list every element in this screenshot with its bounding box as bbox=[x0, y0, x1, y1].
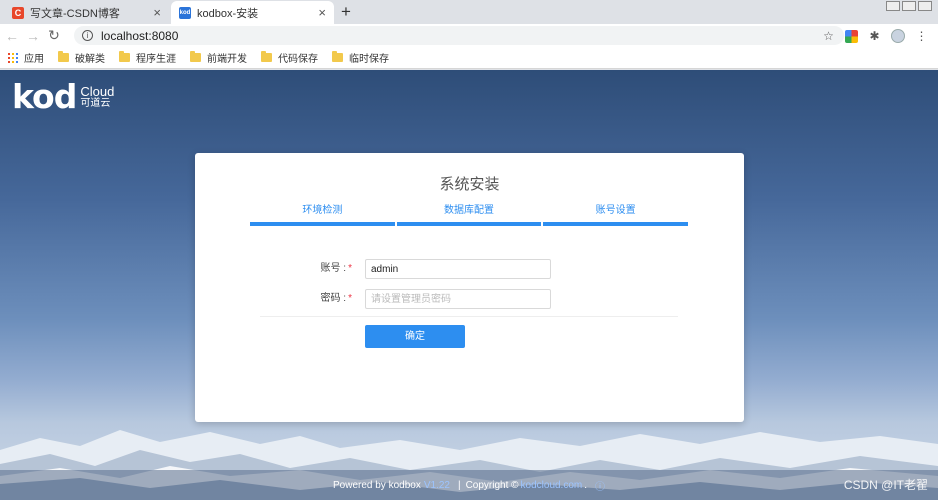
close-window-icon[interactable] bbox=[918, 1, 932, 11]
apps-grid-icon bbox=[8, 52, 18, 63]
account-label-text: 账号 : bbox=[320, 263, 347, 274]
reload-icon[interactable]: ↻ bbox=[45, 27, 63, 44]
logo-cloud-text: Cloud bbox=[80, 84, 115, 99]
folder-icon bbox=[190, 51, 201, 62]
folder-icon bbox=[261, 51, 272, 62]
folder-icon bbox=[58, 51, 69, 62]
copyright-text: Copyright © bbox=[465, 479, 519, 491]
bookmark-folder[interactable]: 程序生涯 bbox=[119, 50, 176, 65]
password-label-text: 密码 : bbox=[320, 293, 347, 304]
back-icon[interactable]: ← bbox=[3, 28, 21, 44]
footer-period: . bbox=[584, 479, 588, 491]
password-row: 密码 : * bbox=[195, 289, 744, 309]
tab-kodbox[interactable]: kod kodbox-安装 × bbox=[171, 1, 334, 24]
account-input[interactable] bbox=[365, 259, 551, 279]
page-viewport: kod Cloud 可道云 系统安装 环境检测 数据库配置 账号设置 账号 : *… bbox=[0, 70, 938, 500]
address-bar[interactable]: i localhost:8080 bbox=[74, 26, 844, 45]
bookmark-label: 临时保存 bbox=[349, 54, 389, 65]
csdn-favicon-icon: C bbox=[12, 6, 24, 19]
password-input[interactable] bbox=[365, 289, 551, 309]
tab-title: 写文章-CSDN博客 bbox=[30, 7, 120, 20]
page-footer: Powered by kodbox V1.22 | Copyright © ko… bbox=[0, 470, 938, 500]
window-controls bbox=[886, 1, 932, 11]
extensions-puzzle-icon[interactable]: ✱ bbox=[868, 29, 881, 43]
bookmark-folder[interactable]: 代码保存 bbox=[261, 50, 318, 65]
kodcloud-logo: kod Cloud 可道云 bbox=[12, 77, 115, 116]
menu-icon[interactable]: ⋮ bbox=[915, 29, 928, 43]
version-text: V1.22 bbox=[423, 479, 450, 491]
bookmark-label: 应用 bbox=[24, 54, 44, 65]
step-environment-check: 环境检测 bbox=[250, 201, 395, 226]
logo-cn-text: 可道云 bbox=[80, 98, 111, 109]
required-mark: * bbox=[348, 293, 352, 304]
restore-icon[interactable] bbox=[902, 1, 916, 11]
account-label: 账号 : * bbox=[280, 259, 352, 279]
install-steps: 环境检测 数据库配置 账号设置 bbox=[250, 201, 689, 226]
bookmark-folder[interactable]: 临时保存 bbox=[332, 50, 389, 65]
bookmark-folder[interactable]: 破解类 bbox=[58, 50, 105, 65]
bookmark-star-icon[interactable]: ☆ bbox=[822, 29, 835, 43]
help-info-icon[interactable]: ⓘ bbox=[595, 478, 605, 493]
folder-icon bbox=[119, 51, 130, 62]
bookmark-folder[interactable]: 前端开发 bbox=[190, 50, 247, 65]
csdn-watermark: CSDN @IT老翟 bbox=[843, 478, 928, 492]
bookmark-label: 程序生涯 bbox=[136, 54, 176, 65]
password-label: 密码 : * bbox=[280, 289, 352, 309]
step-database-config: 数据库配置 bbox=[396, 201, 542, 226]
footer-separator: | bbox=[457, 479, 461, 491]
bookmark-label: 代码保存 bbox=[278, 54, 318, 65]
profile-avatar[interactable] bbox=[891, 29, 905, 43]
toolbar-actions: ☆ ✱ ⋮ bbox=[822, 29, 928, 43]
tab-title: kodbox-安装 bbox=[197, 7, 259, 20]
kodcloud-link[interactable]: kodcloud.com bbox=[521, 480, 583, 491]
close-tab-icon[interactable]: × bbox=[153, 6, 161, 19]
new-tab-button[interactable]: + bbox=[341, 2, 351, 22]
submit-button[interactable]: 确定 bbox=[365, 325, 465, 348]
required-mark: * bbox=[348, 263, 352, 274]
kodbox-favicon-icon: kod bbox=[179, 6, 191, 19]
site-info-icon[interactable]: i bbox=[82, 30, 93, 41]
form-divider bbox=[260, 316, 678, 317]
browser-toolbar: ← → ↻ i localhost:8080 ☆ ✱ ⋮ bbox=[0, 24, 938, 47]
page-title: 系统安装 bbox=[439, 176, 500, 193]
step-account-settings: 账号设置 bbox=[543, 201, 689, 226]
close-tab-icon[interactable]: × bbox=[318, 6, 326, 19]
bookmark-label: 破解类 bbox=[75, 54, 105, 65]
tab-csdn[interactable]: C 写文章-CSDN博客 × bbox=[4, 1, 169, 24]
powered-by-text: Powered by kodbox bbox=[332, 479, 421, 491]
extension-icon[interactable] bbox=[845, 29, 858, 43]
minimize-icon[interactable] bbox=[886, 1, 900, 11]
install-card: 系统安装 环境检测 数据库配置 账号设置 账号 :* 密码 :* 确定 bbox=[195, 153, 744, 422]
bookmark-label: 前端开发 bbox=[207, 54, 247, 65]
bookmarks-bar: 应用 破解类 程序生涯 前端开发 代码保存 临时保存 bbox=[0, 47, 938, 69]
account-row: 账号 : * bbox=[195, 259, 744, 279]
forward-icon[interactable]: → bbox=[24, 28, 42, 44]
url-text[interactable]: localhost:8080 bbox=[101, 29, 178, 43]
logo-kod-text: kod bbox=[12, 77, 77, 116]
logo-side-text: Cloud 可道云 bbox=[80, 84, 115, 110]
folder-icon bbox=[332, 51, 343, 62]
bookmark-apps[interactable]: 应用 bbox=[8, 50, 44, 65]
tab-strip: C 写文章-CSDN博客 × kod kodbox-安装 × + bbox=[0, 0, 938, 24]
